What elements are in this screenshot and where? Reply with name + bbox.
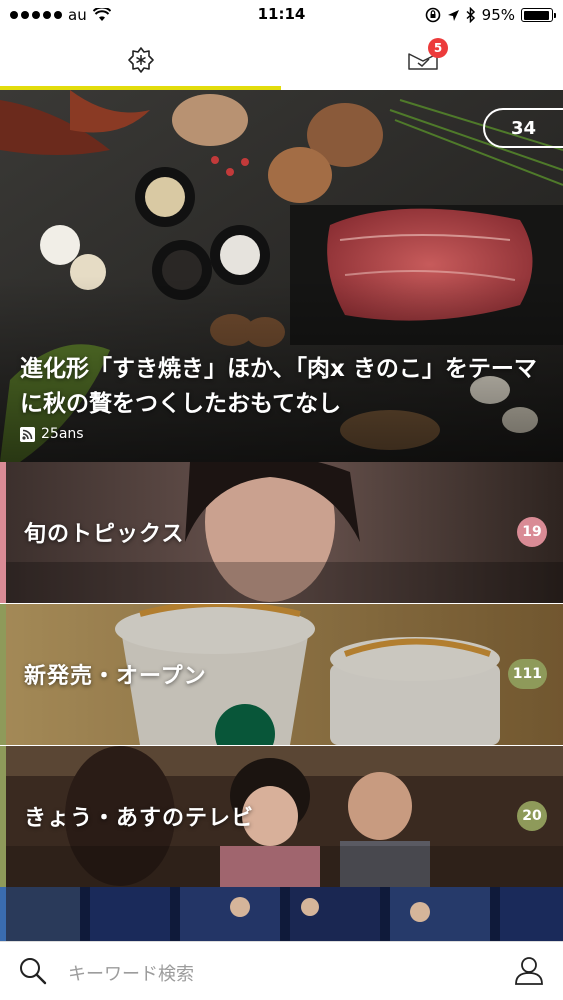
- category-count-badge: 20: [517, 801, 547, 831]
- hero-count-pill[interactable]: 34: [483, 108, 563, 148]
- category-label: 新発売・オープン: [24, 664, 207, 689]
- bluetooth-icon: [466, 7, 475, 23]
- category-topics[interactable]: 旬のトピックス 19: [0, 462, 563, 603]
- hero-title[interactable]: 進化形「すき焼き」ほか、「肉x きのこ」をテーマに秋の贅をつくしたおもてなし: [20, 352, 550, 422]
- status-left: au: [10, 0, 111, 30]
- category-accent-bar: [0, 462, 6, 603]
- rss-icon: [20, 426, 35, 442]
- user-icon[interactable]: [513, 954, 545, 986]
- search-input[interactable]: キーワード検索: [68, 960, 194, 986]
- category-accent-bar: [0, 746, 6, 887]
- category-label: きょう・あすのテレビ: [24, 806, 255, 831]
- carrier-label: au: [68, 6, 87, 24]
- category-count-badge: 111: [507, 659, 547, 689]
- location-icon: [447, 9, 459, 21]
- category-accent-bar: [0, 604, 6, 745]
- category-tv[interactable]: きょう・あすのテレビ 20: [0, 746, 563, 887]
- inbox-badge: 5: [428, 38, 448, 58]
- category-video[interactable]: [0, 887, 563, 941]
- category-accent-bar: [0, 887, 6, 941]
- status-right: 95%: [425, 0, 556, 30]
- search-icon[interactable]: [18, 956, 48, 986]
- hero-source: 25ans: [20, 426, 84, 442]
- tab-inbox[interactable]: [282, 30, 563, 90]
- signal-strength-icon: [10, 11, 62, 19]
- battery-fill: [523, 10, 550, 20]
- hero-article[interactable]: 34 進化形「すき焼き」ほか、「肉x きのこ」をテーマに秋の贅をつくしたおもてな…: [0, 90, 563, 462]
- status-bar: au 11:14 95%: [0, 0, 563, 30]
- tab-home[interactable]: [0, 30, 281, 90]
- tab-bar: 5: [0, 30, 563, 90]
- category-label: 旬のトピックス: [24, 522, 185, 547]
- category-video-image: [0, 887, 563, 941]
- search-bar: キーワード検索: [0, 941, 563, 1000]
- battery-icon: [521, 8, 556, 22]
- wifi-icon: [92, 8, 111, 21]
- orientation-lock-icon: [425, 7, 440, 23]
- hero-source-label: 25ans: [41, 426, 84, 442]
- flower-icon: [127, 47, 154, 73]
- category-new-releases[interactable]: 新発売・オープン 111: [0, 604, 563, 745]
- category-count-badge: 19: [517, 517, 547, 547]
- battery-percent: 95%: [481, 6, 515, 24]
